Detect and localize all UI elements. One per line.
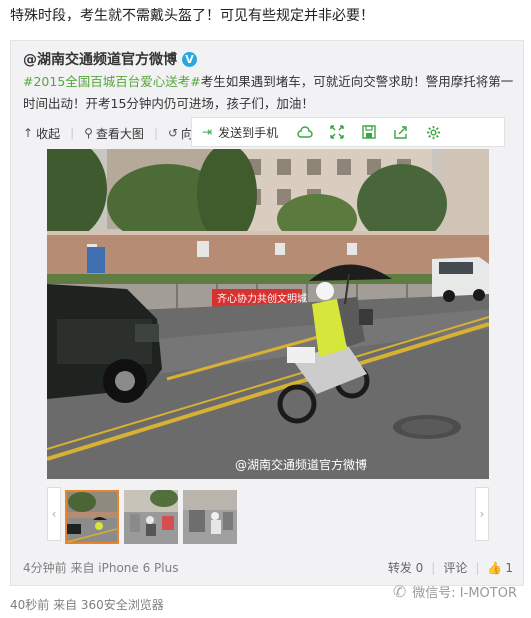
expand-icon xyxy=(330,125,344,139)
divider: | xyxy=(431,560,436,575)
collapse-icon: ↑ xyxy=(23,126,34,140)
wechat-watermark: ✆ 微信号: I-MOTOR xyxy=(393,582,517,601)
chevron-left-icon: ‹ xyxy=(51,507,57,521)
like-count[interactable]: 1 xyxy=(505,561,513,575)
thumbs-up-icon[interactable]: 👍 xyxy=(487,561,502,575)
settings-button[interactable] xyxy=(420,120,446,144)
original-time-source[interactable]: 4分钟前 来自 iPhone 6 Plus xyxy=(23,559,178,576)
thumbnail-image xyxy=(124,490,178,544)
divider: | xyxy=(70,126,75,140)
thumbnail-3[interactable] xyxy=(183,490,237,544)
post-time-source[interactable]: 40秒前 来自 360安全浏览器 xyxy=(10,596,164,613)
thumb-prev-button[interactable]: ‹ xyxy=(47,487,61,541)
thumbnail-image xyxy=(67,492,117,542)
collapse-label: 收起 xyxy=(36,126,61,141)
share-out-button[interactable] xyxy=(388,120,414,144)
post-text: 特殊时段，考生就不需戴头盔了！可见有些规定并非必要！ xyxy=(10,8,374,24)
street-scene-image: 齐心协力共创文明城 xyxy=(47,149,489,479)
cloud-icon xyxy=(297,126,313,138)
photo-watermark: @湖南交通频道官方微博 xyxy=(234,458,367,472)
chevron-right-icon: › xyxy=(479,507,485,521)
verified-icon: V xyxy=(182,51,197,67)
view-large-button[interactable]: ⚲ 查看大图 xyxy=(84,125,144,142)
view-large-label: 查看大图 xyxy=(95,126,144,141)
original-actions: 转发 0 | 评论 | 👍 1 xyxy=(388,559,513,576)
settings-icon xyxy=(426,125,440,139)
thumbnail-1[interactable] xyxy=(65,490,119,544)
original-author[interactable]: @湖南交通频道官方微博 V xyxy=(23,49,197,69)
expand-button[interactable] xyxy=(324,120,350,144)
original-text: #2015全国百城百台爱心送考#考生如果遇到堵车，可就近向交警求助！警用摩托将第… xyxy=(23,71,515,115)
divider: | xyxy=(475,560,480,575)
share-out-icon xyxy=(394,126,407,139)
wechat-icon: ✆ xyxy=(392,582,407,601)
share-bar: ⇥ 发送到手机 xyxy=(191,117,505,147)
phone-send-icon: ⇥ xyxy=(202,125,213,139)
author-name[interactable]: @湖南交通频道官方微博 xyxy=(23,49,177,69)
thumb-next-button[interactable]: › xyxy=(475,487,489,541)
collapse-button[interactable]: ↑ 收起 xyxy=(23,125,60,142)
comment-link[interactable]: 评论 xyxy=(443,559,467,576)
save-icon xyxy=(362,125,376,139)
repost-link[interactable]: 转发 0 xyxy=(388,559,423,576)
send-to-phone-button[interactable]: ⇥ 发送到手机 xyxy=(194,120,286,144)
thumbnail-2[interactable] xyxy=(124,490,178,544)
thumbnail-image xyxy=(183,490,237,544)
topic-link[interactable]: #2015全国百城百台爱心送考# xyxy=(23,74,201,89)
main-photo[interactable]: 齐心协力共创文明城 @湖南交通频道官方微博 xyxy=(47,149,489,479)
send-to-phone-label: 发送到手机 xyxy=(218,125,279,140)
rotate-left-icon: ↺ xyxy=(167,126,179,140)
wechat-id: 微信号: I-MOTOR xyxy=(412,586,517,601)
magnifier-icon: ⚲ xyxy=(84,126,93,140)
save-button[interactable] xyxy=(356,120,382,144)
repost-box: @湖南交通频道官方微博 V #2015全国百城百台爱心送考#考生如果遇到堵车，可… xyxy=(10,40,524,586)
cloud-button[interactable] xyxy=(292,120,318,144)
divider: | xyxy=(153,126,158,140)
